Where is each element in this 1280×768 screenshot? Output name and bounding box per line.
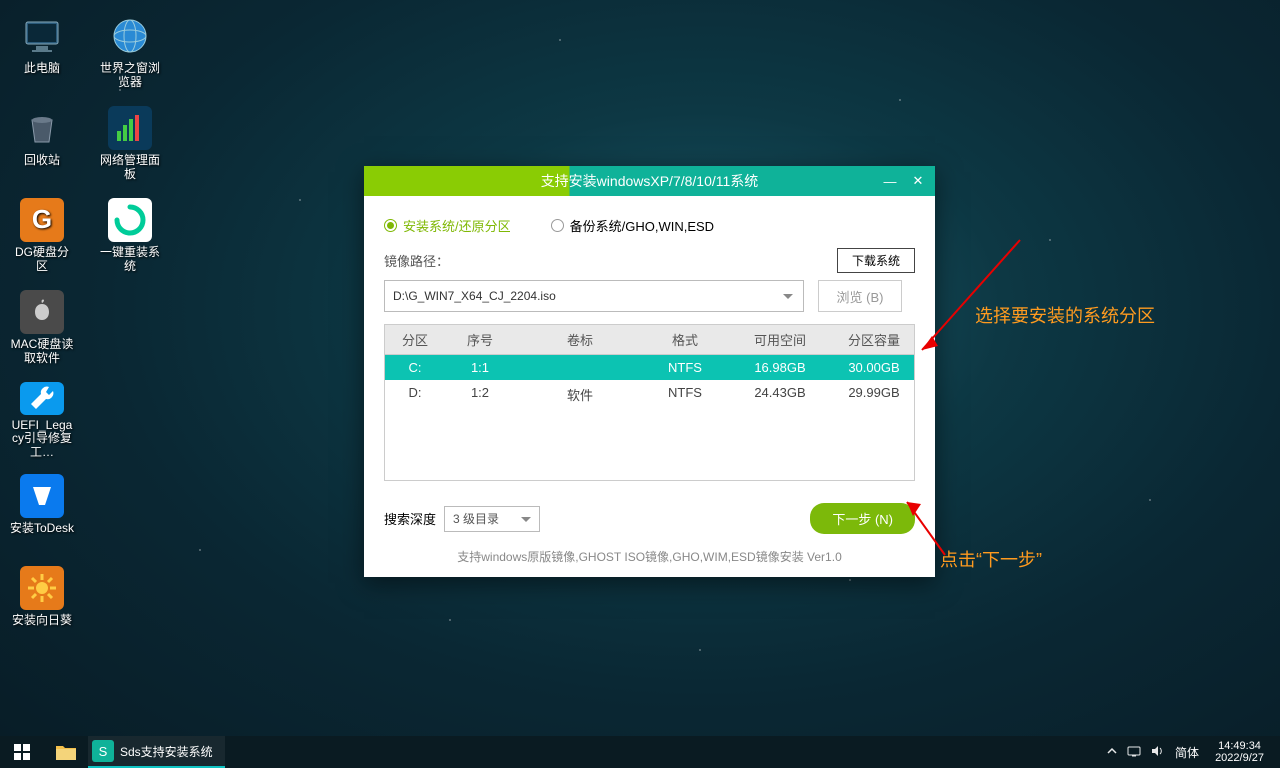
icon-netpanel[interactable]: 网络管理面板 (96, 102, 164, 184)
th-volume: 卷标 (515, 325, 645, 354)
search-depth-label: 搜索深度 (384, 509, 436, 528)
th-fs: 格式 (645, 325, 725, 354)
icon-uefi[interactable]: UEFI_Legacy引导修复工… (8, 378, 76, 460)
dg-icon: G (20, 198, 64, 242)
start-button[interactable] (0, 736, 44, 768)
icon-label: 世界之窗浏览器 (98, 62, 162, 90)
table-row[interactable]: C: 1:1 NTFS 16.98GB 30.00GB (385, 355, 914, 380)
browse-button[interactable]: 浏览 (B) (818, 280, 902, 312)
trash-icon (20, 106, 64, 150)
icon-label: 安装ToDesk (10, 522, 74, 536)
network-icon[interactable] (1127, 745, 1141, 760)
partition-table: 分区 序号 卷标 格式 可用空间 分区容量 C: 1:1 NTFS 16.98G… (384, 324, 915, 481)
install-dialog: 支持安装windowsXP/7/8/10/11系统 — ✕ 安装系统/还原分区 … (364, 166, 935, 577)
radio-install-restore[interactable]: 安装系统/还原分区 (384, 216, 511, 235)
volume-icon[interactable] (1151, 745, 1165, 760)
icon-this-pc[interactable]: 此电脑 (8, 10, 76, 92)
taskbar-app-label: Sds支持安装系统 (120, 743, 213, 760)
apple-icon (20, 290, 64, 334)
swirl-icon (108, 198, 152, 242)
clock-date: 2022/9/27 (1215, 752, 1264, 764)
th-free: 可用空间 (725, 325, 835, 354)
desktop: 此电脑 世界之窗浏览器 回收站 网络管理面板 G DG硬盘分区 (8, 10, 164, 654)
dialog-title: 支持安装windowsXP/7/8/10/11系统 (541, 171, 759, 191)
icon-sunflower[interactable]: 安装向日葵 (8, 562, 76, 644)
icon-dg-partition[interactable]: G DG硬盘分区 (8, 194, 76, 276)
radio-backup[interactable]: 备份系统/GHO,WIN,ESD (551, 216, 714, 235)
icon-label: 回收站 (24, 154, 60, 168)
globe-icon (108, 14, 152, 58)
icon-label: 此电脑 (24, 62, 60, 76)
windows-icon (14, 744, 30, 760)
close-button[interactable]: ✕ (909, 172, 927, 190)
icon-label: 一键重装系统 (98, 246, 162, 274)
clock-time: 14:49:34 (1215, 740, 1264, 752)
table-header: 分区 序号 卷标 格式 可用空间 分区容量 (385, 325, 914, 355)
radio-label: 安装系统/还原分区 (403, 216, 511, 235)
th-index: 序号 (445, 325, 515, 354)
icon-label: MAC硬盘读取软件 (10, 338, 74, 366)
sunflower-icon (20, 566, 64, 610)
icon-label: UEFI_Legacy引导修复工… (10, 419, 74, 460)
support-text: 支持windows原版镜像,GHOST ISO镜像,GHO,WIM,ESD镜像安… (384, 548, 915, 565)
table-row[interactable]: D: 1:2 软件 NTFS 24.43GB 29.99GB (385, 380, 914, 409)
tray-chevron-icon[interactable] (1107, 745, 1117, 759)
file-explorer-button[interactable] (44, 736, 88, 768)
search-depth-select[interactable]: 3 级目录 (444, 506, 540, 532)
icon-recycle-bin[interactable]: 回收站 (8, 102, 76, 184)
todesk-icon (20, 474, 64, 518)
download-system-button[interactable]: 下载系统 (837, 248, 915, 273)
radio-dot-icon (384, 219, 397, 232)
th-size: 分区容量 (835, 325, 913, 354)
radio-dot-icon (551, 219, 564, 232)
taskbar-app-installer[interactable]: S Sds支持安装系统 (88, 736, 225, 768)
icon-label: DG硬盘分区 (10, 246, 74, 274)
radio-label: 备份系统/GHO,WIN,ESD (570, 216, 714, 235)
icon-todesk[interactable]: 安装ToDesk (8, 470, 76, 552)
app-icon: S (92, 740, 114, 762)
annotation-select-partition: 选择要安装的系统分区 (975, 302, 1155, 328)
minimize-button[interactable]: — (881, 172, 899, 190)
monitor-icon (20, 14, 64, 58)
icon-macread[interactable]: MAC硬盘读取软件 (8, 286, 76, 368)
system-tray: 简体 14:49:34 2022/9/27 (1107, 740, 1280, 764)
icon-browser[interactable]: 世界之窗浏览器 (96, 10, 164, 92)
ime-indicator[interactable]: 简体 (1175, 744, 1199, 761)
search-depth-value: 3 级目录 (453, 510, 499, 527)
th-partition: 分区 (385, 325, 445, 354)
image-path-value: D:\G_WIN7_X64_CJ_2204.iso (393, 289, 556, 303)
taskbar-clock[interactable]: 14:49:34 2022/9/27 (1209, 740, 1270, 764)
image-path-label: 镜像路径： (384, 251, 915, 270)
folder-icon (56, 744, 76, 760)
wrench-icon (20, 382, 64, 415)
icon-label: 安装向日葵 (12, 614, 72, 628)
icon-reinstall[interactable]: 一键重装系统 (96, 194, 164, 276)
icon-label: 网络管理面板 (98, 154, 162, 182)
taskbar: S Sds支持安装系统 简体 14:49:34 2022/9/27 (0, 736, 1280, 768)
annotation-click-next: 点击“下一步” (940, 546, 1042, 572)
dialog-titlebar[interactable]: 支持安装windowsXP/7/8/10/11系统 — ✕ (364, 166, 935, 196)
next-button[interactable]: 下一步 (N) (810, 503, 915, 534)
chart-icon (108, 106, 152, 150)
image-path-combo[interactable]: D:\G_WIN7_X64_CJ_2204.iso (384, 280, 804, 312)
